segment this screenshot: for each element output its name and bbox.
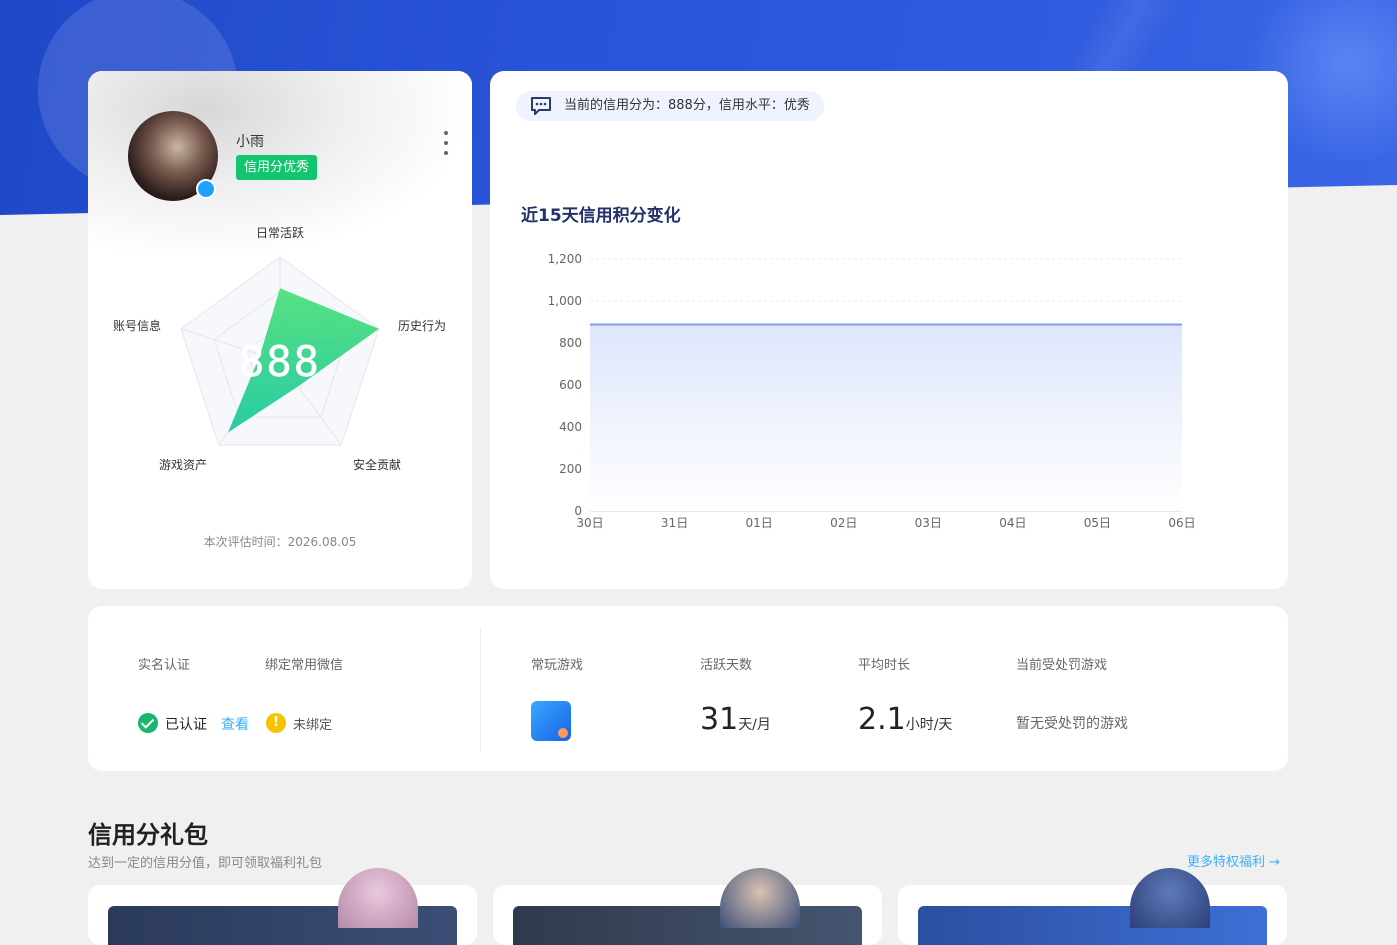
- punished-games-label: 当前受处罚游戏: [1016, 654, 1107, 673]
- series-area: [590, 325, 1182, 511]
- warning-icon: !: [266, 713, 286, 733]
- active-days-value: 31: [700, 702, 738, 737]
- gift-card-banner: [513, 906, 862, 945]
- gift-card-banner: [918, 906, 1267, 945]
- more-dot-icon: [444, 131, 448, 135]
- y-tick-label: 800: [559, 336, 582, 350]
- chart-title: 近15天信用积分变化: [521, 201, 681, 226]
- credit-trend-card: 当前的信用分为：888分，信用水平：优秀 近15天信用积分变化 30日31日01…: [490, 71, 1288, 589]
- divider: [480, 628, 481, 752]
- y-tick-label: 0: [574, 504, 582, 518]
- y-tick-label: 1,000: [548, 294, 582, 308]
- x-tick-label: 01日: [746, 516, 773, 530]
- games-label: 常玩游戏: [531, 654, 583, 673]
- gift-section-title: 信用分礼包: [88, 815, 208, 850]
- more-dot-icon: [444, 141, 448, 145]
- qq-icon: [196, 179, 216, 199]
- credit-notice-text: 当前的信用分为：888分，信用水平：优秀: [564, 98, 810, 113]
- more-options-button[interactable]: [440, 131, 452, 155]
- credit-line-chart: 30日 31日 01日 02日 03日 04日 05日 06日 0 200 400 600 800 1,…: [520, 241, 1200, 541]
- gift-card[interactable]: [493, 885, 882, 945]
- gift-section-subtitle: 达到一定的信用分值，即可领取福利礼包: [88, 852, 322, 871]
- credit-radar-chart: 888 日常活跃 历史行为 安全贡献 游戏资产 账号信息: [88, 221, 472, 531]
- x-tick-label: 30日: [576, 516, 603, 530]
- x-tick-label: 31日: [661, 516, 688, 530]
- x-tick-label: 03日: [915, 516, 942, 530]
- gift-card[interactable]: [898, 885, 1287, 945]
- view-realname-link[interactable]: 查看: [221, 714, 249, 734]
- radar-score: 888: [239, 337, 321, 386]
- more-privileges-link[interactable]: 更多特权福利 →: [1187, 851, 1280, 870]
- x-tick-label: 05日: [1084, 516, 1111, 530]
- avg-duration: 2.1小时/天: [858, 702, 952, 737]
- realname-value: 已认证: [165, 714, 207, 734]
- gift-character-art: [338, 868, 418, 928]
- game-app-icon[interactable]: [531, 701, 571, 741]
- radar-label-assets: 游戏资产: [159, 458, 207, 472]
- realname-label: 实名认证: [138, 654, 190, 673]
- y-tick-label: 600: [559, 378, 582, 392]
- x-tick-label: 02日: [830, 516, 857, 530]
- active-days-label: 活跃天数: [700, 654, 752, 673]
- avg-duration-value: 2.1: [858, 702, 906, 737]
- gift-character-art: [720, 868, 800, 928]
- message-icon: [530, 96, 552, 116]
- x-tick-label: 06日: [1168, 516, 1195, 530]
- username: 小雨: [236, 131, 264, 151]
- y-tick-label: 200: [559, 462, 582, 476]
- gift-card[interactable]: [88, 885, 477, 945]
- evaluation-time: 本次评估时间：2026.08.05: [88, 533, 472, 550]
- credit-level-badge: 信用分优秀: [236, 155, 317, 180]
- x-tick-label: 04日: [999, 516, 1026, 530]
- avatar[interactable]: [128, 111, 218, 201]
- account-info-card: 实名认证 绑定常用微信 已认证 查看 ! 未绑定 常玩游戏 活跃天数 31天/月…: [88, 606, 1288, 771]
- active-days-unit: 天/月: [738, 717, 771, 733]
- more-dot-icon: [444, 151, 448, 155]
- radar-label-history: 历史行为: [398, 319, 446, 333]
- radar-label-daily: 日常活跃: [256, 226, 304, 240]
- y-tick-label: 400: [559, 420, 582, 434]
- radar-label-security: 安全贡献: [353, 457, 401, 472]
- profile-card: 小雨 信用分优秀 888 日常活跃 历史行为 安全贡献 游戏资产 账号信息 本次…: [88, 71, 472, 589]
- credit-notice: 当前的信用分为：888分，信用水平：优秀: [516, 91, 824, 121]
- verified-check-icon: [138, 713, 158, 733]
- active-days: 31天/月: [700, 702, 771, 737]
- punished-games-value: 暂无受处罚的游戏: [1016, 713, 1128, 733]
- wechat-value: 未绑定: [293, 714, 332, 733]
- gift-character-art: [1130, 868, 1210, 928]
- radar-label-account: 账号信息: [113, 318, 161, 333]
- avg-duration-label: 平均时长: [858, 654, 910, 673]
- wechat-label: 绑定常用微信: [265, 654, 343, 673]
- y-tick-label: 1,200: [548, 252, 582, 266]
- avg-duration-unit: 小时/天: [906, 717, 953, 733]
